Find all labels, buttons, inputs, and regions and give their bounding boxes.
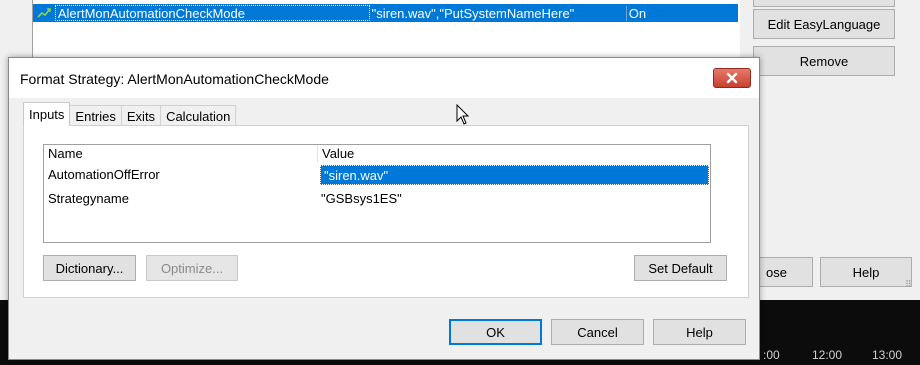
strategy-check-icon[interactable] [33,7,55,19]
close-button-partial[interactable]: ose [754,257,813,287]
column-header-name[interactable]: Name [48,146,83,161]
dictionary-button[interactable]: Dictionary... [43,255,136,281]
input-value-field[interactable]: "siren.wav" [320,165,709,185]
time-label: 12:00 [812,348,843,362]
tab-bar: Inputs Entries Exits Calculation [23,102,237,126]
tab-exits[interactable]: Exits [120,105,162,126]
help-button[interactable]: Help [653,319,746,345]
column-header-value[interactable]: Value [322,146,354,161]
right-button-panel: Edit EasyLanguage Remove ose Help [740,0,920,298]
inputs-panel: Name Value AutomationOffError "siren.wav… [23,125,749,298]
tab-inputs[interactable]: Inputs [23,102,71,126]
tab-entries[interactable]: Entries [69,105,122,126]
remove-button[interactable]: Remove [753,46,895,76]
column-divider[interactable] [317,145,318,162]
close-icon[interactable] [713,68,751,88]
mouse-cursor-icon [456,104,470,125]
time-label: :00 [763,348,780,362]
format-strategy-dialog: Format Strategy: AlertMonAutomationCheck… [8,57,760,360]
ok-button[interactable]: OK [449,319,542,345]
dialog-titlebar[interactable]: Format Strategy: AlertMonAutomationCheck… [9,58,759,98]
cancel-button[interactable]: Cancel [551,319,644,345]
table-row[interactable]: Strategyname "GSBsys1ES" [44,187,710,209]
input-name: Strategyname [48,191,129,206]
dialog-title: Format Strategy: AlertMonAutomationCheck… [20,71,329,87]
top-button-partial[interactable] [753,0,895,7]
list-item-status: On [625,5,738,21]
resize-grip-icon[interactable]: ⠿ [905,280,917,294]
optimize-button[interactable]: Optimize... [146,255,238,281]
list-item-selected[interactable]: AlertMonAutomationCheckMode "siren.wav",… [33,4,738,22]
input-name: AutomationOffError [48,167,160,182]
table-row[interactable]: AutomationOffError "siren.wav" [44,163,710,185]
inputs-grid[interactable]: Name Value AutomationOffError "siren.wav… [43,144,711,243]
edit-easylanguage-button[interactable]: Edit EasyLanguage [753,9,895,39]
input-value-field[interactable]: "GSBsys1ES" [321,191,402,206]
list-item-params: "siren.wav","PutSystemNameHere" [371,5,575,21]
list-item-name: AlertMonAutomationCheckMode [54,5,370,21]
time-label: 13:00 [872,348,903,362]
grid-header: Name Value [44,145,710,163]
set-default-button[interactable]: Set Default [634,255,727,281]
help-button-background[interactable]: Help [820,257,912,287]
tab-calculation[interactable]: Calculation [160,105,237,126]
